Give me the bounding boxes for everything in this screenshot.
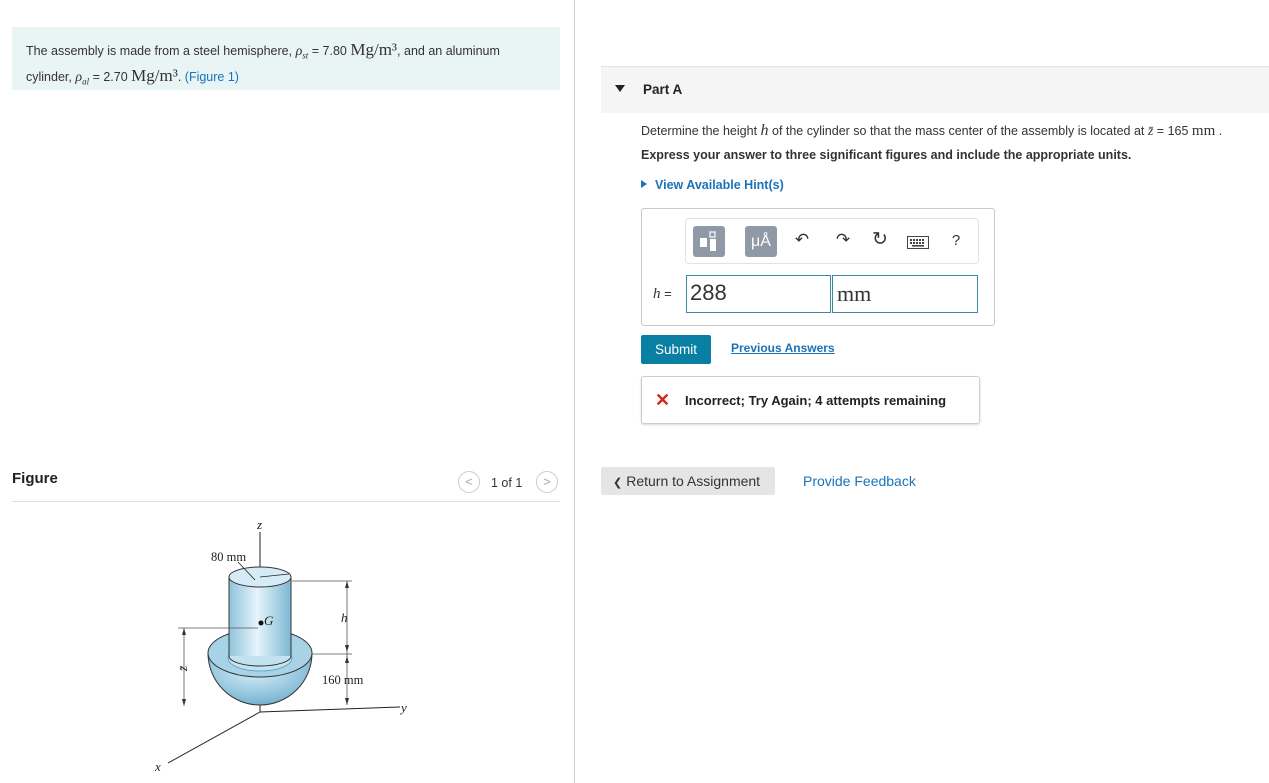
- view-hints-link[interactable]: View Available Hint(s): [641, 178, 784, 192]
- rho-aluminum-unit: Mg/m³: [131, 65, 178, 85]
- hints-label: View Available Hint(s): [655, 178, 784, 192]
- mass-center-point: [258, 620, 264, 626]
- radius-label: 80 mm: [211, 550, 246, 564]
- undo-icon[interactable]: ↶: [792, 230, 812, 250]
- caret-down-icon[interactable]: [615, 85, 625, 92]
- rho-steel-unit: Mg/m³: [350, 40, 398, 59]
- problem-statement: The assembly is made from a steel hemisp…: [12, 27, 560, 90]
- problem-text-1: The assembly is made from a steel hemisp…: [26, 44, 296, 58]
- zbar-label: z̄: [175, 665, 190, 672]
- part-a-header[interactable]: [601, 66, 1269, 113]
- problem-text-2: , and an aluminum: [397, 44, 500, 58]
- units-icon: μÅ: [751, 233, 771, 250]
- rho-aluminum-value: = 2.70: [89, 69, 132, 84]
- y-axis-line: [259, 706, 401, 713]
- caret-right-icon: [641, 180, 647, 188]
- part-a-label: Part A: [643, 82, 683, 97]
- answer-label-equals: =: [660, 286, 672, 301]
- g-label: G: [264, 613, 274, 628]
- assembly-figure: z 80 mm G h z̄ 160 mm y x: [154, 517, 407, 774]
- x-axis-label: x: [154, 759, 161, 774]
- question-variable: h: [760, 122, 769, 139]
- return-to-assignment-button[interactable]: ❮ Return to Assignment: [601, 467, 775, 495]
- math-toolbar: [685, 218, 979, 264]
- figure-title: Figure: [12, 470, 58, 487]
- templates-icon: [700, 231, 716, 251]
- y-axis-label: y: [399, 700, 407, 715]
- figure-counter: 1 of 1: [491, 476, 523, 490]
- cylinder-body: [229, 577, 291, 656]
- units-button[interactable]: μÅ: [745, 226, 777, 257]
- submit-button[interactable]: Submit: [641, 335, 711, 364]
- figure-link[interactable]: (Figure 1): [185, 70, 239, 84]
- keyboard-icon[interactable]: [907, 236, 929, 249]
- question-end: .: [1215, 124, 1223, 138]
- chevron-right-icon: >: [543, 474, 551, 489]
- chevron-left-icon: ❮: [613, 477, 623, 489]
- question-unit: mm: [1191, 123, 1216, 139]
- figure-divider: [12, 501, 560, 502]
- question-text: Determine the height h of the cylinder s…: [641, 122, 1222, 140]
- hemisphere-dimension-label: 160 mm: [322, 673, 364, 687]
- z-axis-label: z: [256, 517, 262, 532]
- reset-icon[interactable]: ↻: [870, 228, 890, 251]
- chevron-left-icon: <: [465, 474, 473, 489]
- x-axis-line: [167, 711, 261, 764]
- question-value: = 165: [1153, 124, 1192, 138]
- h-label: h: [341, 610, 348, 625]
- problem-text-3: cylinder,: [26, 69, 76, 84]
- provide-feedback-link[interactable]: Provide Feedback: [803, 473, 916, 489]
- figure-next-button[interactable]: >: [536, 471, 558, 493]
- return-label: Return to Assignment: [626, 473, 761, 489]
- redo-icon[interactable]: ↷: [833, 230, 853, 250]
- templates-button[interactable]: [693, 226, 725, 257]
- answer-value-input[interactable]: 288: [686, 275, 831, 313]
- panel-divider: [574, 0, 575, 783]
- question-mid: of the cylinder so that the mass center …: [768, 124, 1148, 138]
- incorrect-x-icon: ✕: [655, 390, 671, 410]
- rho-steel-value: = 7.80: [308, 44, 351, 58]
- help-icon[interactable]: ?: [946, 232, 966, 249]
- answer-label-variable: h: [653, 286, 661, 302]
- answer-units-input[interactable]: mm: [832, 275, 978, 313]
- question-pre: Determine the height: [641, 124, 761, 138]
- figure-prev-button[interactable]: <: [458, 471, 480, 493]
- feedback-message: Incorrect; Try Again; 4 attempts remaini…: [685, 393, 947, 408]
- instruction-text: Express your answer to three significant…: [641, 148, 1132, 162]
- answer-label: h =: [653, 286, 672, 303]
- previous-answers-link[interactable]: Previous Answers: [731, 341, 835, 355]
- problem-text-4: .: [177, 69, 185, 84]
